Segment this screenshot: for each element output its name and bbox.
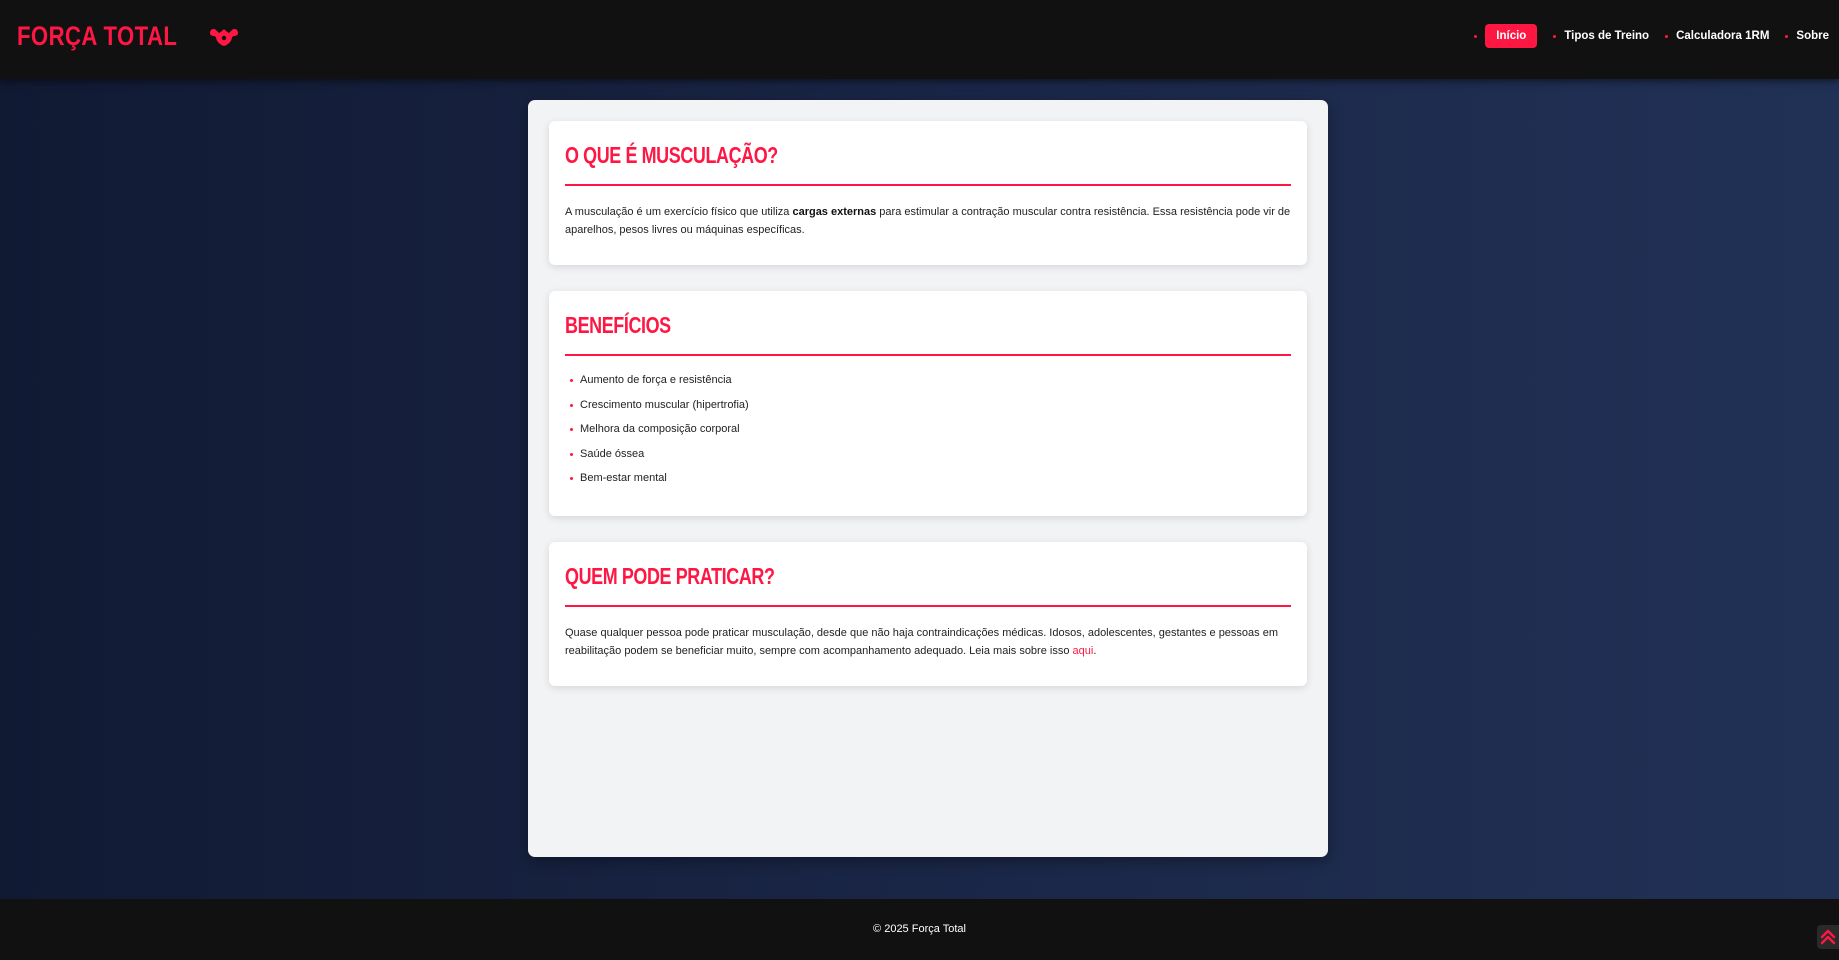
section-title: O que é Musculação? (565, 142, 778, 168)
list-item: Saúde óssea (570, 447, 1291, 462)
benefits-list: Aumento de força e resistência Crescimen… (565, 373, 1291, 486)
scroll-to-top-button[interactable] (1817, 925, 1839, 949)
nav-link-sobre[interactable]: Sobre (1796, 25, 1829, 47)
list-item: Melhora da composição corporal (570, 422, 1291, 437)
brand[interactable]: Força Total (17, 21, 240, 52)
paragraph-text: Quase qualquer pessoa pode praticar musc… (565, 627, 1279, 657)
section-divider (565, 605, 1291, 607)
paragraph-bold-text: cargas externas (792, 206, 877, 218)
section-divider (565, 184, 1291, 186)
section-benefits: Benefícios Aumento de força e resistênci… (549, 291, 1307, 516)
nav-bullet (1553, 34, 1557, 38)
nav-item-sobre: Sobre (1769, 25, 1829, 47)
list-item: Crescimento muscular (hipertrofia) (570, 398, 1291, 413)
nav-item-tipos-de-treino: Tipos de Treino (1537, 25, 1649, 47)
brand-title: Força Total (17, 21, 178, 51)
read-more-link[interactable]: aqui (1073, 645, 1094, 657)
paragraph-text: A musculação é um exercício físico que u… (565, 206, 793, 218)
section-title: Quem pode praticar? (565, 563, 775, 589)
section-what-is: O que é Musculação? A musculação é um ex… (549, 121, 1307, 265)
nav-link-tipos-de-treino[interactable]: Tipos de Treino (1564, 25, 1649, 47)
site-footer: © 2025 Força Total (0, 899, 1839, 960)
double-chevron-up-icon (1820, 929, 1836, 945)
flexed-arm-icon (208, 25, 240, 49)
site-header: Força Total Início Tipos de Treino Calcu… (0, 0, 1839, 79)
nav-link-inicio[interactable]: Início (1485, 24, 1538, 48)
nav-link-calculadora-1rm[interactable]: Calculadora 1RM (1676, 25, 1769, 47)
nav-item-calculadora-1rm: Calculadora 1RM (1649, 25, 1769, 47)
list-item: Bem-estar mental (570, 471, 1291, 486)
nav-item-inicio: Início (1458, 24, 1538, 48)
footer-copyright: © 2025 Força Total (873, 923, 966, 935)
main-nav: Início Tipos de Treino Calculadora 1RM S… (1458, 24, 1829, 48)
section-divider (565, 354, 1291, 356)
section-who-can-practice: Quem pode praticar? Quase qualquer pesso… (549, 542, 1307, 686)
paragraph-text: . (1093, 645, 1097, 657)
nav-bullet (1785, 34, 1789, 38)
nav-bullet (1474, 34, 1478, 38)
section-paragraph: A musculação é um exercício físico que u… (565, 203, 1291, 239)
main-content-panel: O que é Musculação? A musculação é um ex… (528, 100, 1328, 857)
section-paragraph: Quase qualquer pessoa pode praticar musc… (565, 624, 1291, 660)
list-item: Aumento de força e resistência (570, 373, 1291, 388)
nav-bullet (1665, 34, 1669, 38)
section-title: Benefícios (565, 312, 671, 338)
